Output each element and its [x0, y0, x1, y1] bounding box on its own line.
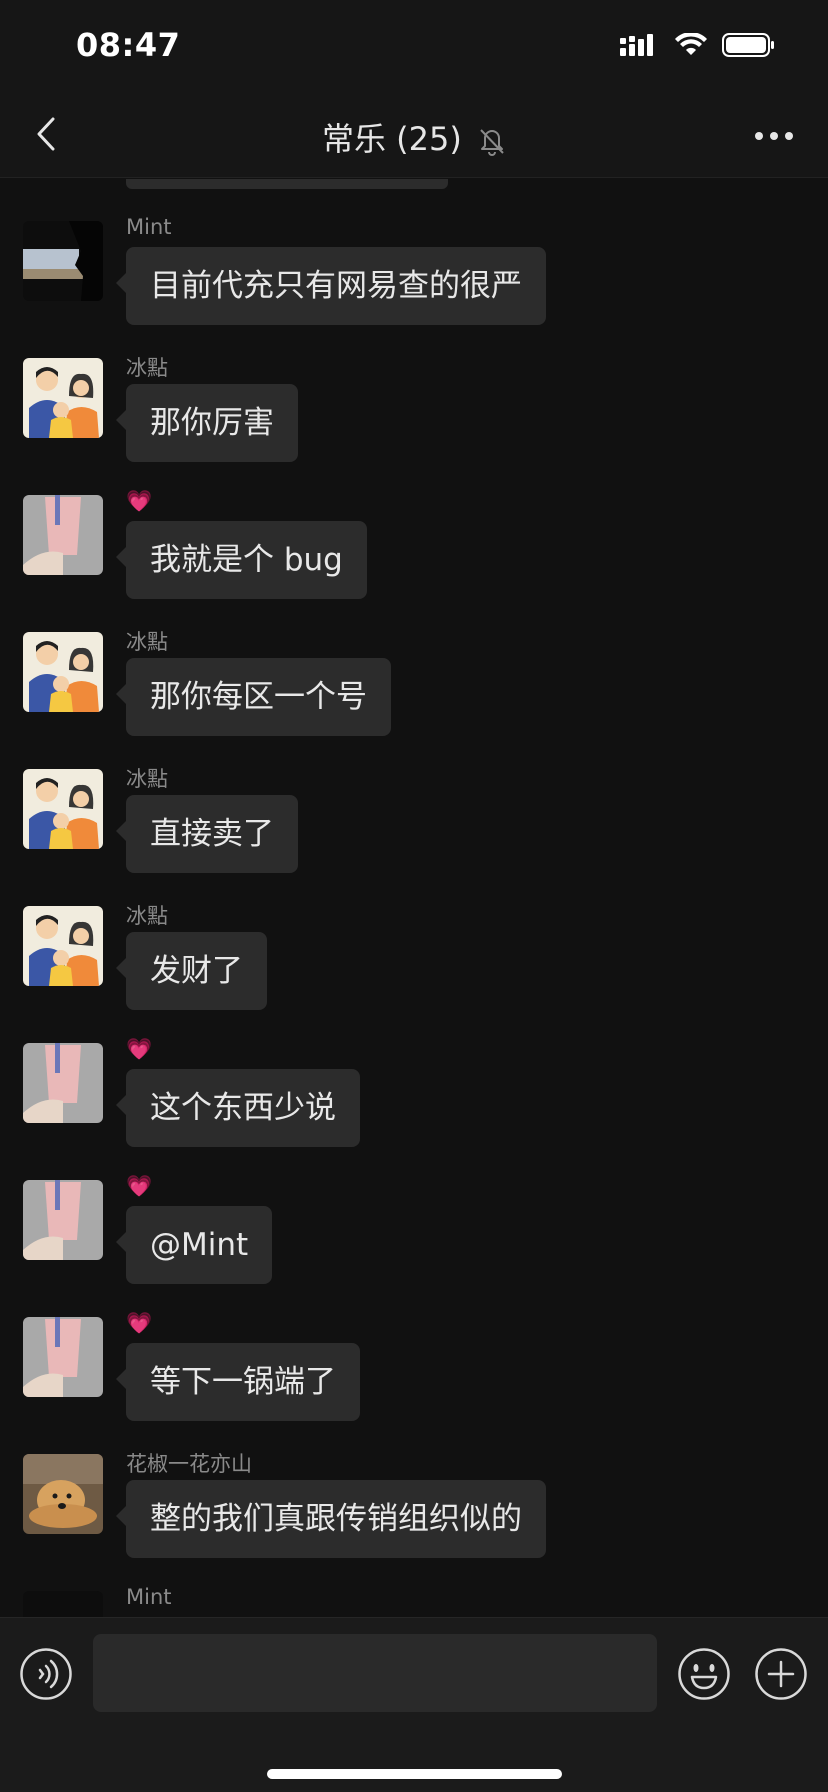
- avatar-mint[interactable]: [23, 221, 103, 301]
- sender-name: 💗: [126, 1174, 153, 1198]
- message-row: 冰點 直接卖了: [0, 767, 828, 873]
- sender-name: 冰點: [126, 767, 168, 791]
- mute-bell-icon: [480, 129, 504, 156]
- sender-name: 💗: [126, 1311, 153, 1335]
- avatar-dog-image: [23, 1454, 103, 1534]
- avatar-heart[interactable]: [23, 1317, 103, 1397]
- avatar-bingdian[interactable]: [23, 358, 103, 438]
- message-row: 花椒一花亦山 整的我们真跟传销组织似的: [0, 1452, 828, 1558]
- message-row: 冰點 那你厉害: [0, 356, 828, 462]
- cellular-signal-icon: [620, 34, 653, 56]
- battery-icon: [722, 33, 774, 57]
- sender-name: 冰點: [126, 630, 168, 654]
- message-row: Mint 目前代充只有网易查的很严: [0, 215, 828, 325]
- message-bubble[interactable]: 等下一锅端了: [116, 1343, 360, 1421]
- message-bubble[interactable]: 直接卖了: [116, 795, 298, 873]
- avatar-family-image: [23, 906, 103, 986]
- wifi-icon: [675, 33, 707, 55]
- message-bubble[interactable]: 发财了: [116, 932, 267, 1010]
- nav-bar: 常乐 (25): [0, 92, 828, 178]
- chat-screen: 08:47 常乐 (25) Mint 目前代充只有网易查的很严 冰點 那你厉害 …: [0, 0, 828, 1792]
- avatar-family-image: [23, 632, 103, 712]
- avatar-drink-image: [23, 1180, 103, 1260]
- sender-name: 花椒一花亦山: [126, 1452, 252, 1476]
- message-bubble[interactable]: 那你每区一个号: [116, 658, 391, 736]
- avatar-family-image: [23, 769, 103, 849]
- avatar-family-image: [23, 358, 103, 438]
- message-row: Mint: [0, 1585, 828, 1617]
- status-icons: [620, 32, 776, 58]
- sender-name: Mint: [126, 1585, 172, 1609]
- avatar-drink-image: [23, 495, 103, 575]
- message-bubble[interactable]: 我就是个 bug: [116, 521, 367, 599]
- message-row: 💗 这个东西少说: [0, 1037, 828, 1147]
- more-button[interactable]: [750, 118, 798, 154]
- sender-name: 冰點: [126, 356, 168, 380]
- sender-name: Mint: [126, 215, 172, 239]
- avatar-heart[interactable]: [23, 1043, 103, 1123]
- avatar-mint-image: [23, 221, 103, 301]
- message-row: 冰點 那你每区一个号: [0, 630, 828, 736]
- emoji-button[interactable]: [677, 1647, 731, 1701]
- message-bubble[interactable]: 整的我们真跟传销组织似的: [116, 1480, 546, 1558]
- avatar-heart[interactable]: [23, 1180, 103, 1260]
- avatar-mint-image: [23, 1591, 103, 1617]
- avatar-huajiao[interactable]: [23, 1454, 103, 1534]
- message-bubble-partial[interactable]: [126, 179, 448, 189]
- avatar-drink-image: [23, 1043, 103, 1123]
- plus-icon: [755, 1648, 807, 1700]
- more-functions-button[interactable]: [754, 1647, 808, 1701]
- avatar-bingdian[interactable]: [23, 906, 103, 986]
- message-row: 💗 @Mint: [0, 1174, 828, 1284]
- input-bar: [0, 1617, 828, 1792]
- message-row: 冰點 发财了: [0, 904, 828, 1010]
- avatar-bingdian[interactable]: [23, 769, 103, 849]
- sender-name: 💗: [126, 489, 153, 513]
- message-bubble[interactable]: 那你厉害: [116, 384, 298, 462]
- message-input[interactable]: [93, 1634, 657, 1712]
- status-bar: 08:47: [0, 0, 828, 92]
- chat-title-text: 常乐 (25): [321, 120, 462, 158]
- voice-button[interactable]: [19, 1647, 73, 1701]
- sender-name: 💗: [126, 1037, 153, 1061]
- avatar-drink-image: [23, 1317, 103, 1397]
- home-indicator[interactable]: [267, 1769, 562, 1779]
- chat-title: 常乐 (25): [0, 114, 828, 160]
- message-bubble[interactable]: 目前代充只有网易查的很严: [116, 247, 546, 325]
- avatar-bingdian[interactable]: [23, 632, 103, 712]
- message-row: 💗 等下一锅端了: [0, 1311, 828, 1421]
- emoji-icon: [678, 1648, 730, 1700]
- message-bubble[interactable]: 这个东西少说: [116, 1069, 360, 1147]
- avatar-mint[interactable]: [23, 1591, 103, 1617]
- message-list[interactable]: Mint 目前代充只有网易查的很严 冰點 那你厉害 💗 我就是个 bug 冰點 …: [0, 179, 828, 1617]
- more-dots-icon: [755, 132, 793, 140]
- message-bubble[interactable]: @Mint: [115, 1206, 273, 1284]
- status-time: 08:47: [76, 26, 181, 64]
- voice-icon: [20, 1648, 72, 1700]
- sender-name: 冰點: [126, 904, 168, 928]
- avatar-heart[interactable]: [23, 495, 103, 575]
- message-row: 💗 我就是个 bug: [0, 489, 828, 599]
